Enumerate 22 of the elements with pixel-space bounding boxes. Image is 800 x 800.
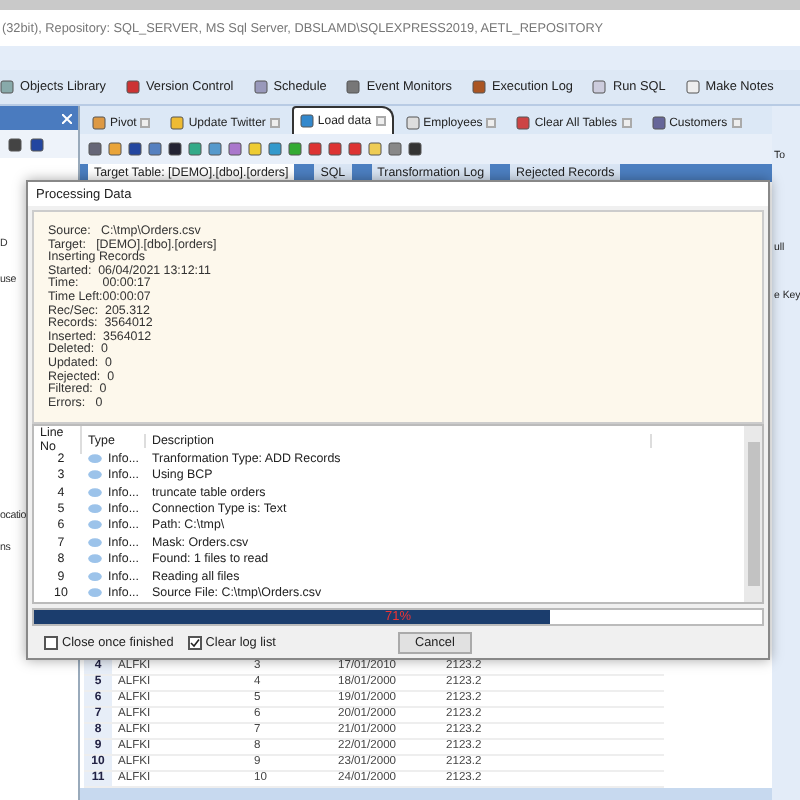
tab-icon [405,116,420,130]
menu-icon [253,80,268,94]
close-icon[interactable] [621,118,632,128]
menu-icon [346,80,361,94]
menu-icon [471,80,486,94]
tab-icon [92,116,106,130]
menu-icon [685,80,700,94]
close-icon[interactable] [269,118,280,128]
tab-icon [651,116,666,130]
close-icon[interactable] [731,118,742,128]
tab-icon [299,114,314,128]
tab-icon [516,116,531,130]
close-icon[interactable] [486,118,497,128]
close-icon[interactable] [375,116,386,126]
menu-icon [0,80,14,94]
menu-icon [125,80,140,94]
close-icon[interactable] [140,118,151,128]
menu-icon [592,80,607,94]
toolbar-icon [30,137,44,151]
check-icon [189,637,200,647]
tab-icon [170,116,185,130]
scrollbar[interactable] [744,426,762,602]
